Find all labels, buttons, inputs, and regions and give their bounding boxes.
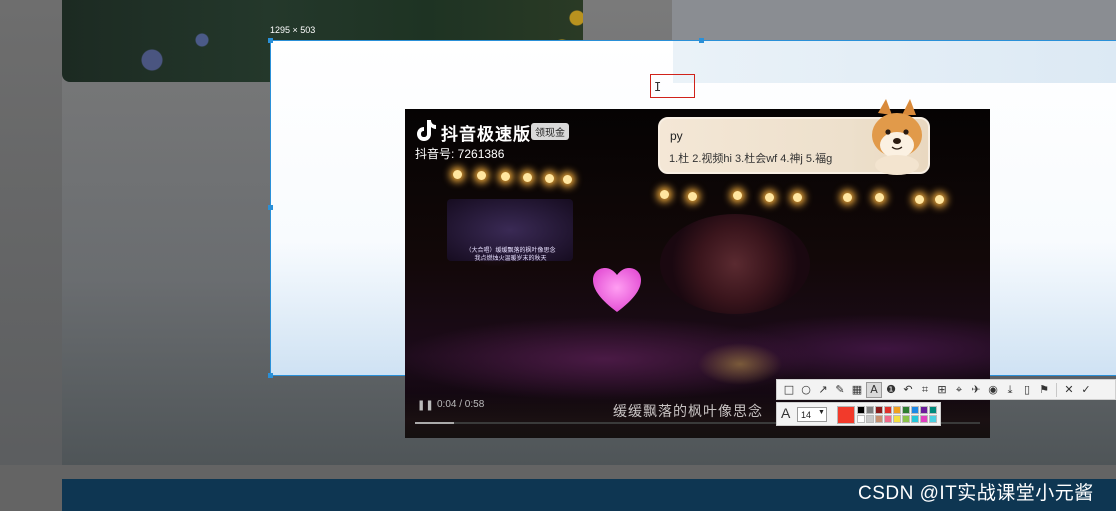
selection-handle-top-left[interactable] <box>268 38 273 43</box>
selection-handle-top-center[interactable] <box>699 38 704 43</box>
arrow-tool-button[interactable]: ↗ <box>816 383 830 397</box>
stage-light <box>915 195 924 204</box>
csdn-watermark: CSDN @IT实战课堂小元酱 <box>858 483 1094 504</box>
save-button[interactable]: ⤓ <box>1003 383 1017 397</box>
douyin-id: 抖音号: 7261386 <box>415 147 505 161</box>
stage-light <box>875 193 884 202</box>
ime-input-text: py <box>670 129 683 143</box>
color-swatch[interactable] <box>866 415 874 423</box>
color-swatch[interactable] <box>857 406 865 414</box>
video-time-readout: 0:04 / 0:58 <box>437 399 485 410</box>
shiba-dog-skin-icon <box>872 99 922 175</box>
close-button[interactable]: ✕ <box>1062 383 1076 397</box>
ocr-button[interactable]: ⌗ <box>918 383 932 397</box>
color-swatch[interactable] <box>893 406 901 414</box>
screenshot-toolbar: □ ○ ↗ ✎ ▦ A ❶ ↶ ⌗ ⊞ ⌖ ✈ ◉ ⤓ ▯ ⚑ ✕ ✓ <box>776 379 1116 400</box>
color-swatch[interactable] <box>929 406 937 414</box>
chevron-down-icon[interactable]: ▼ <box>818 409 825 416</box>
mosaic-tool-button[interactable]: ▦ <box>850 383 864 397</box>
selection-handle-middle-left[interactable] <box>268 205 273 210</box>
color-swatch[interactable] <box>884 406 892 414</box>
color-swatch[interactable] <box>920 415 928 423</box>
stage-screen-center <box>660 214 810 314</box>
heart-light-icon <box>593 268 641 312</box>
video-subtitle: 缓缓飘落的枫叶像思念 <box>613 403 763 419</box>
color-swatch[interactable] <box>902 415 910 423</box>
rectangle-tool-button[interactable]: □ <box>782 383 796 397</box>
pin-button[interactable]: ✈ <box>969 383 983 397</box>
stage-light <box>477 171 486 180</box>
stage-light <box>523 173 532 182</box>
stage-light <box>660 190 669 199</box>
color-swatch[interactable] <box>875 415 883 423</box>
stage-light <box>765 193 774 202</box>
stage-light <box>563 175 572 184</box>
translate-button[interactable]: ⊞ <box>935 383 949 397</box>
color-swatch[interactable] <box>884 415 892 423</box>
text-tool-button[interactable]: A <box>866 381 882 398</box>
long-screenshot-button[interactable]: ▯ <box>1020 383 1034 397</box>
text-cursor-icon: I <box>654 80 662 94</box>
stage-lyrics-line: （大合唱）缓缓飘落的枫叶像思念 <box>465 248 556 254</box>
undo-button[interactable]: ↶ <box>901 383 915 397</box>
toolbar-separator <box>1056 382 1057 397</box>
selection-dimensions-label: 1295 × 503 <box>270 25 316 35</box>
ime-candidate-list[interactable]: 1.杜 2.视频hi 3.杜会wf 4.神j 5.褔g <box>669 150 832 166</box>
desktop-background-left <box>0 0 62 511</box>
stage-light <box>793 193 802 202</box>
font-icon: A <box>781 405 791 421</box>
text-style-bar: A 14 ▼ <box>776 402 941 426</box>
collect-button[interactable]: ⚑ <box>1037 383 1051 397</box>
stage-lyrics-line: 我点燃烛火温暖岁末的秋天 <box>474 256 547 262</box>
stage-light <box>501 172 510 181</box>
color-swatch[interactable] <box>902 406 910 414</box>
pause-icon[interactable]: ❚❚ <box>417 400 434 411</box>
color-swatch[interactable] <box>929 415 937 423</box>
current-color-swatch[interactable] <box>837 406 855 424</box>
stage-light <box>453 170 462 179</box>
stage-light <box>545 174 554 183</box>
selection-background-graphic <box>673 41 1116 83</box>
stage-lyrics: （大合唱）缓缓飘落的枫叶像思念 我点燃烛火温暖岁末的秋天 <box>453 247 568 263</box>
color-swatch[interactable] <box>911 406 919 414</box>
color-swatch[interactable] <box>857 415 865 423</box>
stage-light <box>843 193 852 202</box>
video-progress-fill <box>415 422 454 424</box>
color-swatch[interactable] <box>920 406 928 414</box>
color-swatch[interactable] <box>866 406 874 414</box>
ellipse-tool-button[interactable]: ○ <box>799 383 813 397</box>
brand-name: 抖音极速版 <box>441 125 531 144</box>
scan-button[interactable]: ⌖ <box>952 383 966 397</box>
douyin-logo-icon <box>417 120 436 141</box>
stage-light <box>733 191 742 200</box>
color-swatch[interactable] <box>875 406 883 414</box>
stage-light <box>688 192 697 201</box>
color-swatch[interactable] <box>911 415 919 423</box>
done-button[interactable]: ✓ <box>1079 383 1093 397</box>
serial-number-tool-button[interactable]: ❶ <box>884 383 898 397</box>
color-swatch[interactable] <box>893 415 901 423</box>
pencil-tool-button[interactable]: ✎ <box>833 383 847 397</box>
brand-badge: 领现金 <box>531 123 569 140</box>
stage-light <box>935 195 944 204</box>
selection-handle-bottom-left[interactable] <box>268 373 273 378</box>
record-button[interactable]: ◉ <box>986 383 1000 397</box>
